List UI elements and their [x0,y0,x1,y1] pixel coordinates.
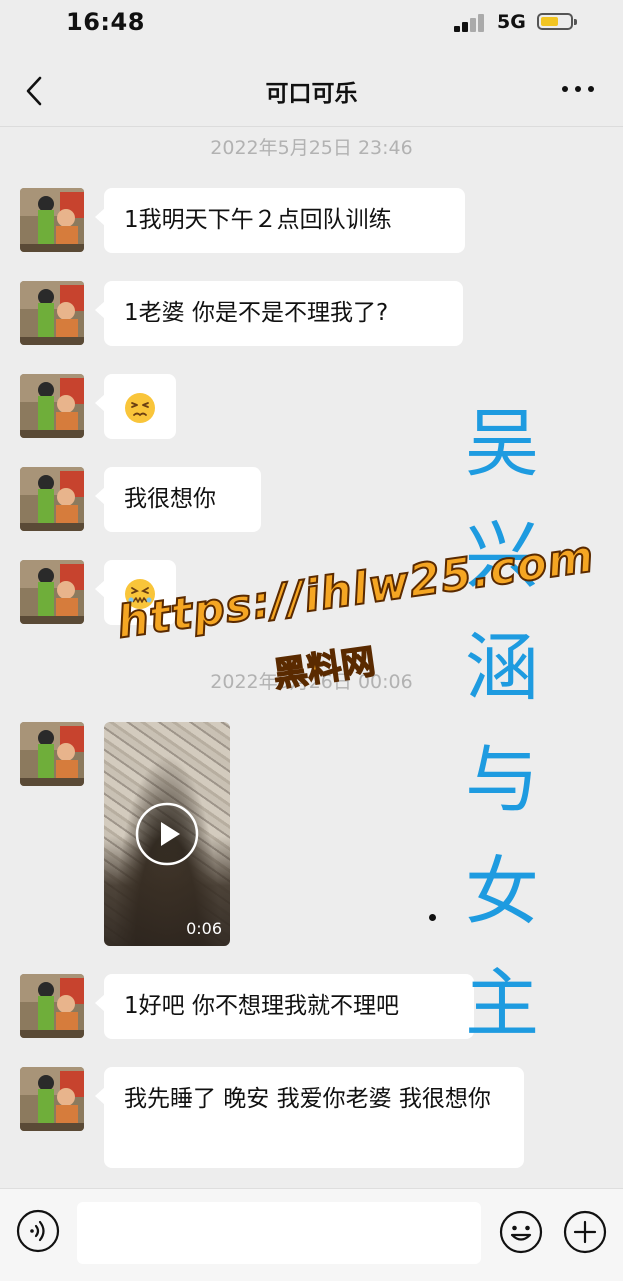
emoji-icon[interactable] [498,1209,544,1255]
message-text: 我很想你 [124,486,216,512]
overlay-char: 与 [465,737,539,823]
avatar[interactable] [20,722,84,786]
plus-icon[interactable] [562,1209,608,1255]
message-text: 1好吧 你不想理我就不理吧 [124,993,399,1019]
avatar[interactable] [20,281,84,345]
overlay-char: 女 [465,849,539,935]
overlay-char: 主 [465,961,539,1047]
chat-title: 可口可乐 [265,81,358,107]
message-bubble[interactable]: 我很想你 [95,467,261,532]
status-time: 16:48 [66,8,145,36]
avatar[interactable] [20,1067,84,1131]
battery-icon [537,13,577,30]
avatar[interactable] [20,188,84,252]
voice-icon[interactable] [16,1209,60,1253]
avatar[interactable] [20,560,84,624]
overlay-char: 涵 [465,625,539,711]
status-bar: 16:48 5G [0,0,623,44]
nav-bar: 可口可乐 [0,56,623,127]
message-text: 我先睡了 晚安 我爱你老婆 我很想你 [124,1086,491,1112]
more-options-icon[interactable] [560,84,596,94]
message-bubble[interactable]: 1老婆 你是不是不理我了? [95,281,463,346]
message-text: 1我明天下午２点回队训练 [124,207,392,233]
input-bar [0,1188,623,1281]
network-type: 5G [497,11,526,33]
message-text: 1老婆 你是不是不理我了? [124,300,389,326]
avatar[interactable] [20,374,84,438]
avatar[interactable] [20,974,84,1038]
video-message[interactable]: 0:06 [104,722,230,946]
message-bubble[interactable]: 1我明天下午２点回队训练 [95,188,465,253]
video-duration: 0:06 [186,919,222,938]
overlay-vertical-text: 吴 兴 涵 与 女 主 [462,388,542,1060]
overlay-char: 吴 [465,401,539,487]
timestamp: 2022年5月25日 23:46 [210,137,413,159]
message-bubble[interactable]: 我先睡了 晚安 我爱你老婆 我很想你 [95,1067,524,1168]
play-icon[interactable] [135,802,199,866]
message-bubble[interactable]: 1好吧 你不想理我就不理吧 [95,974,474,1039]
avatar[interactable] [20,467,84,531]
persevering-face-icon [125,393,155,423]
message-input[interactable] [77,1202,481,1264]
emoji-bubble[interactable] [95,374,176,439]
signal-icon [454,14,488,32]
stray-dot [429,914,436,921]
